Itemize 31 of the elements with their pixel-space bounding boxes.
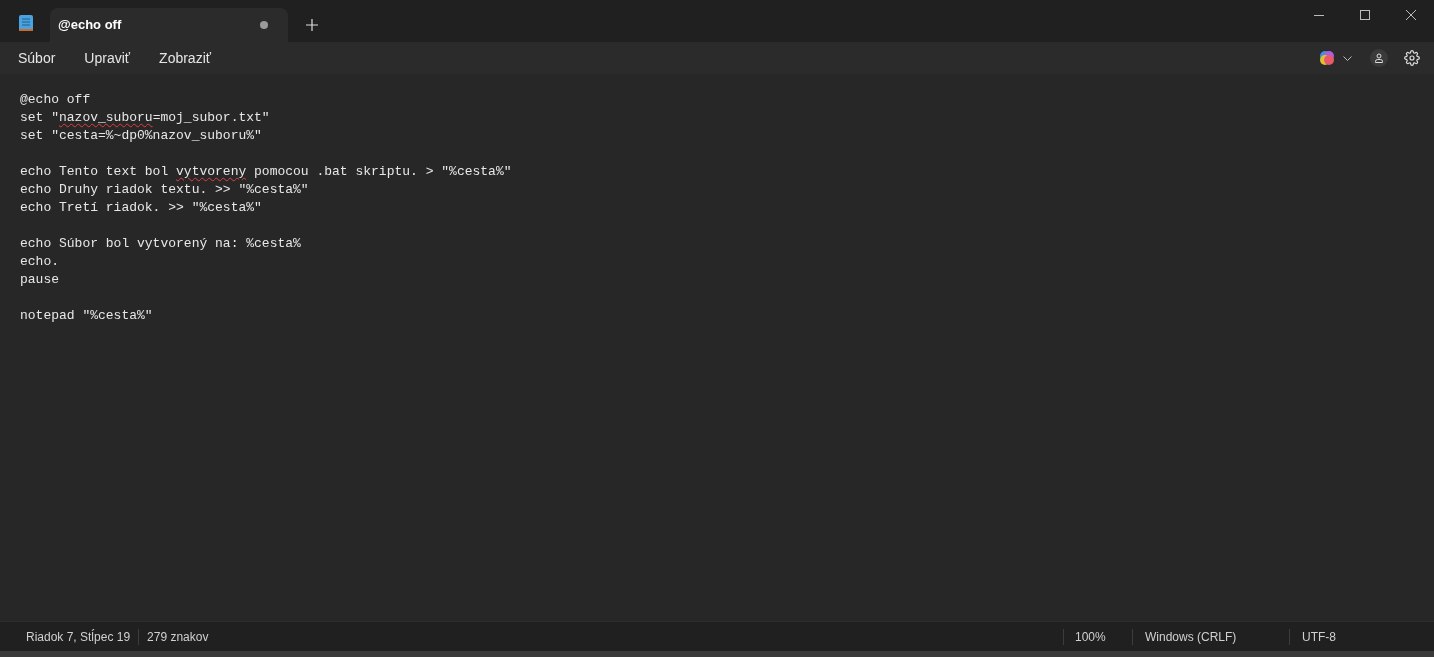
- tab-title: @echo off: [58, 16, 122, 35]
- menu-item[interactable]: Súbor: [8, 44, 66, 72]
- account-button[interactable]: [1370, 49, 1388, 67]
- copilot-button[interactable]: [1319, 50, 1352, 66]
- code-line: echo Druhy riadok textu. >> "%cesta%": [20, 181, 309, 199]
- minimize-icon: [1314, 14, 1324, 16]
- menu-item[interactable]: Zobraziť: [149, 44, 221, 72]
- notepad-app-icon: [18, 14, 34, 32]
- code-line: set "nazov_suboru=moj_subor.txt": [20, 109, 270, 127]
- code-line: echo Tretí riadok. >> "%cesta%": [20, 199, 262, 217]
- maximize-icon: [1360, 10, 1370, 20]
- close-icon: [1406, 10, 1416, 20]
- settings-icon[interactable]: [1404, 50, 1420, 66]
- zoom-level[interactable]: 100%: [1064, 627, 1132, 646]
- cursor-position: Riadok 7, Stĺpec 19: [25, 628, 132, 646]
- code-line: notepad "%cesta%": [20, 307, 153, 325]
- code-line: echo Súbor bol vytvorený na: %cesta%: [20, 235, 301, 253]
- copilot-logo-icon: [1319, 50, 1335, 66]
- document-tab[interactable]: @echo off: [50, 8, 288, 42]
- line-ending[interactable]: Windows (CRLF): [1133, 627, 1289, 646]
- code-line: pause: [20, 271, 59, 289]
- plus-icon: [306, 19, 318, 31]
- code-line: @echo off: [20, 91, 91, 109]
- person-icon: [1374, 53, 1384, 63]
- code-line: set "cesta=%~dp0%nazov_suboru%": [20, 127, 262, 145]
- character-count: 279 znakov: [146, 628, 209, 646]
- code-line: echo Tento text bol vytvoreny pomocou .bat skriptu. > "%cesta%": [20, 163, 512, 181]
- chevron-down-icon: [1343, 55, 1352, 61]
- menu-item[interactable]: Upraviť: [74, 44, 141, 72]
- encoding[interactable]: UTF-8: [1290, 627, 1434, 646]
- code-line: echo.: [20, 253, 59, 271]
